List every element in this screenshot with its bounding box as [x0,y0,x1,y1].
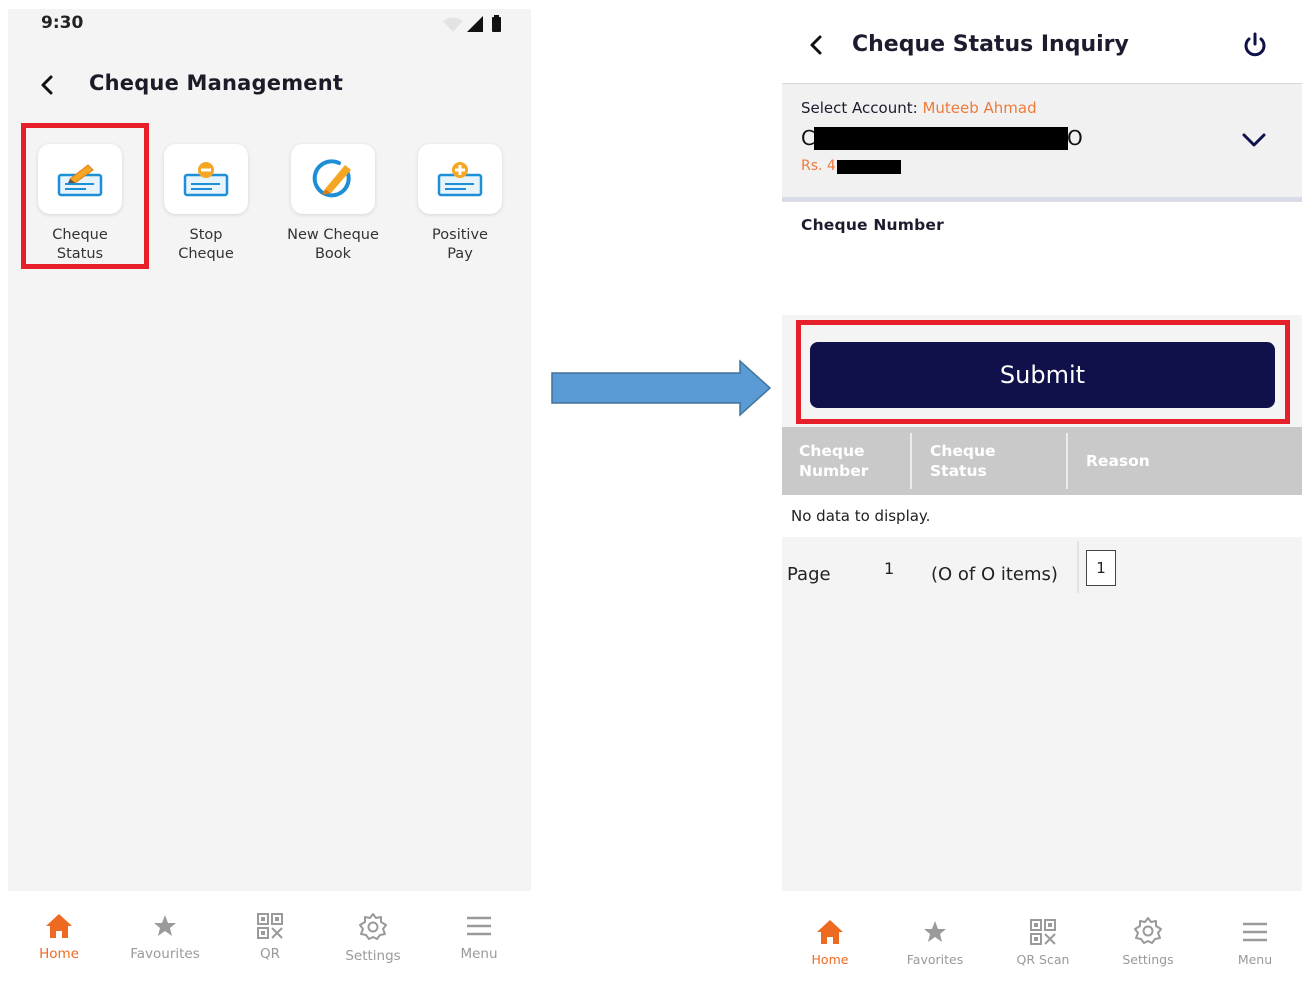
nav-label: Favorites [906,952,964,967]
tile-icon-box [418,144,502,214]
tile-icon-box [291,144,375,214]
column-header-reason[interactable]: Reason [1086,427,1266,495]
cheque-number-field: Cheque Number [782,202,1302,315]
redaction-bar [837,160,901,174]
star-icon [154,915,176,936]
nav-home[interactable]: Home [28,912,90,962]
tile-label: Positive Pay [432,227,488,262]
nav-label: Settings [345,948,401,964]
pager-item-count: (O of O items) [931,564,1058,585]
flow-arrow-icon [551,359,772,417]
tile-label: New Cheque Book [287,227,379,262]
status-bar: 9:30 [8,9,531,39]
stop-cheque-tile[interactable]: Stop Cheque [146,138,266,268]
nav-label: QR [259,946,280,962]
account-balance: Rs. 4 [801,158,836,174]
qr-code-icon [257,913,283,939]
chevron-left-icon [810,35,822,55]
new-cheque-book-tile[interactable]: New Cheque Book [273,138,393,268]
cheque-status-inquiry-screen: Cheque Status Inquiry Select Account: Mu… [782,9,1302,891]
results-grid-header: Cheque Number Cheque Status Reason [782,427,1302,495]
pager-current-page: 1 [884,559,895,578]
account-holder-name: Muteeb Ahmad [922,99,1037,117]
cheque-number-input[interactable] [801,252,1285,294]
stop-cheque-icon [183,162,229,197]
new-cheque-book-icon [312,159,351,198]
empty-grid-message: No data to display. [782,495,1302,537]
nav-label: QR Scan [1016,952,1070,967]
nav-label: Menu [460,946,498,962]
status-time: 9:30 [41,13,84,33]
qr-code-icon [1030,919,1056,945]
hamburger-icon [1243,922,1267,942]
nav-label: Home [39,946,79,962]
chevron-down-icon[interactable] [1241,131,1267,149]
nav-favorites[interactable]: Favorites [895,918,975,967]
nav-label: Settings [1122,952,1174,967]
nav-menu[interactable]: Menu [1225,918,1285,967]
highlight-box [21,123,149,269]
hamburger-icon [467,916,491,936]
page-title: Cheque Management [89,71,344,95]
positive-pay-tile[interactable]: Positive Pay [400,138,520,268]
home-icon [817,920,843,944]
wifi-signal-icon [443,15,501,32]
account-number-prefix: C [801,126,815,150]
bottom-nav: Home Favourites QR Settings Menu [8,892,531,982]
back-button[interactable] [807,34,825,59]
tile-label: Stop Cheque [178,227,234,262]
back-button[interactable] [38,74,56,99]
home-icon [46,914,72,938]
account-number-suffix: O [1067,126,1083,150]
highlight-box [796,320,1290,424]
nav-label: Menu [1237,952,1273,967]
nav-settings[interactable]: Settings [1109,916,1187,967]
pager-divider [1077,541,1079,593]
account-label: Select Account: Muteeb Ahmad [801,99,1037,117]
redaction-bar [814,127,1068,150]
positive-pay-icon [437,162,483,197]
nav-favourites[interactable]: Favourites [115,912,215,962]
cheque-number-label: Cheque Number [801,216,944,234]
empty-text: No data to display. [791,507,931,525]
page-button[interactable]: 1 [1086,550,1116,586]
pager-label: Page [787,564,831,585]
screen-header: Cheque Status Inquiry [782,9,1302,84]
bottom-nav: Home Favorites QR Scan Settings Menu [782,892,1302,982]
nav-qr-scan[interactable]: QR Scan [1004,918,1082,967]
screen-header: Cheque Management [8,64,531,108]
tile-icon-box [164,144,248,214]
nav-label: Home [811,952,849,967]
logout-button[interactable] [1241,31,1269,62]
nav-qr[interactable]: QR [240,912,300,962]
star-icon [924,921,946,942]
page-title: Cheque Status Inquiry [852,32,1129,57]
power-icon [1244,32,1266,57]
nav-menu[interactable]: Menu [448,912,510,962]
column-divider [1066,433,1068,489]
cheque-management-screen: 9:30 Cheque Management Cheque Status Sto… [8,9,531,891]
nav-settings[interactable]: Settings [330,912,416,964]
gear-icon [1134,917,1162,944]
signal-battery-icons [441,15,505,37]
column-header-cheque-number[interactable]: Cheque Number [799,427,909,495]
chevron-left-icon [41,75,53,95]
column-header-cheque-status[interactable]: Cheque Status [930,427,1060,495]
column-divider [910,433,912,489]
nav-label: Favourites [130,946,200,962]
nav-home[interactable]: Home [799,918,861,967]
account-selector[interactable]: Select Account: Muteeb Ahmad C O Rs. 4 [782,84,1302,202]
gear-icon [359,913,387,940]
